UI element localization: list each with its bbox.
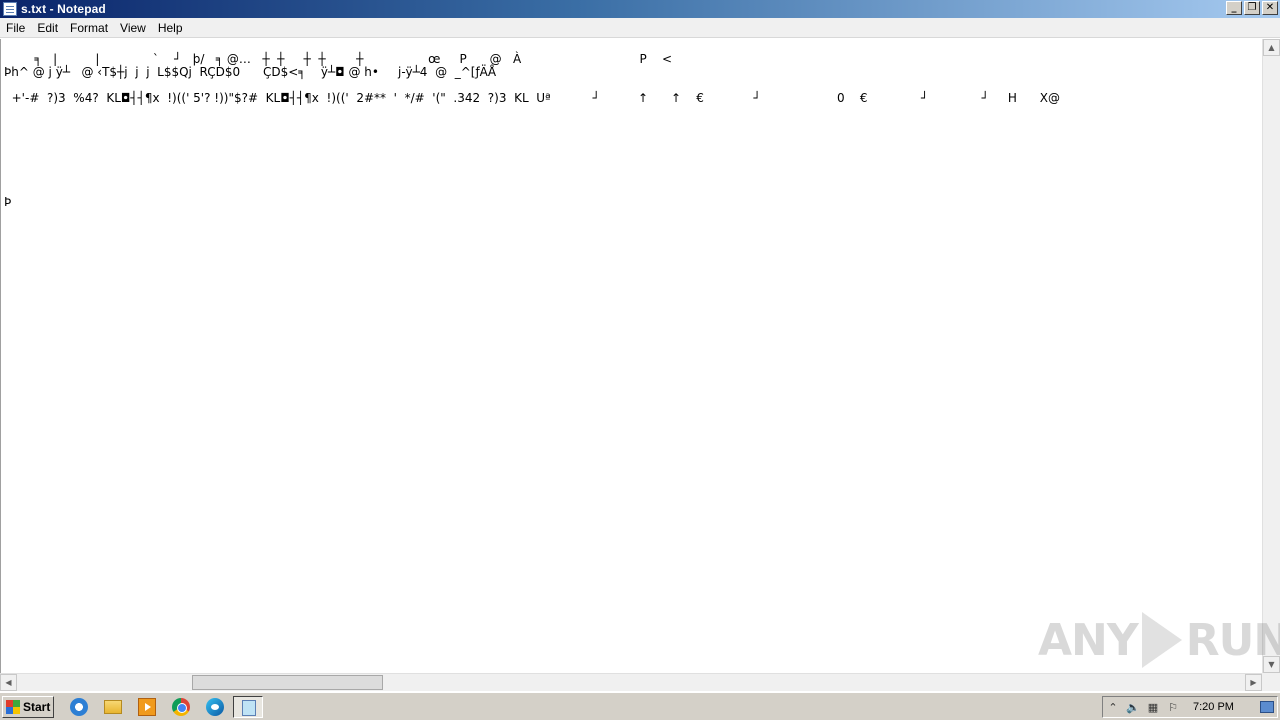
text-line-3: +'-# ?)3 %4? KL◘┤┤¶x !)((' 5'? !))"$?# K… [4,91,1061,105]
text-line-4: Þ [4,195,12,209]
system-tray: ⌃ 🔈 ▦ ⚐ 7:20 PM [1102,696,1278,718]
menu-file[interactable]: File [0,18,31,38]
window-controls: _ ❐ ✕ [1226,1,1278,15]
internet-explorer-icon[interactable] [70,698,88,716]
watermark-right-text: RUN [1185,614,1280,666]
media-player-icon[interactable] [138,698,156,716]
menu-view[interactable]: View [114,18,152,38]
notepad-icon [3,2,17,16]
clock[interactable]: 7:20 PM [1193,701,1234,713]
restore-button[interactable]: ❐ [1244,1,1260,15]
vertical-scrollbar[interactable]: ▲ ▼ [1262,39,1280,673]
speaker-icon[interactable]: 🔈 [1123,701,1143,714]
scroll-right-icon[interactable]: ▶ [1245,674,1262,691]
play-icon [1141,612,1182,668]
text-editor[interactable]: ╕ | | ` ┘ þ/ ╕ @… ┼ ┼ ┼ ┼ ┼ œ P @ À P < … [0,39,1262,673]
start-label: Start [23,700,51,714]
menu-help[interactable]: Help [152,18,189,38]
close-button[interactable]: ✕ [1262,1,1278,15]
file-explorer-icon[interactable] [104,700,122,714]
taskbar-notepad-button[interactable] [233,696,263,718]
start-button[interactable]: Start [2,696,54,718]
anyrun-watermark: ANY RUN [1038,610,1280,670]
menu-edit[interactable]: Edit [31,18,64,38]
scroll-left-icon[interactable]: ◀ [0,674,17,691]
menu-format[interactable]: Format [64,18,114,38]
watermark-left-text: ANY [1038,614,1139,666]
scroll-up-icon[interactable]: ▲ [1263,39,1280,56]
text-line-1: ╕ | | ` ┘ þ/ ╕ @… ┼ ┼ ┼ ┼ ┼ œ P @ À P < [4,52,673,66]
window-title: s.txt - Notepad [21,2,106,16]
title-bar[interactable]: s.txt - Notepad _ ❐ ✕ [0,0,1280,18]
text-line-2: Þh^ @ j ÿ┴ @ ‹T$┼j j j L$$Qj RÇD$0 ÇD$<╕… [4,65,497,79]
taskbar: Start ⌃ 🔈 ▦ ⚐ 7:20 PM [0,692,1280,720]
flag-icon[interactable]: ⚐ [1163,701,1183,714]
horizontal-scroll-thumb[interactable] [192,675,383,690]
scrollbar-corner [1262,673,1280,691]
menu-bar: File Edit Format View Help [0,18,1280,38]
chrome-icon[interactable] [172,698,190,716]
edge-icon[interactable] [206,698,224,716]
show-desktop-icon[interactable] [1260,701,1274,713]
windows-logo-icon [6,700,20,714]
minimize-button[interactable]: _ [1226,1,1242,15]
chevron-up-icon[interactable]: ⌃ [1103,701,1123,714]
network-icon[interactable]: ▦ [1143,701,1163,714]
horizontal-scrollbar[interactable]: ◀ ▶ [0,673,1262,691]
